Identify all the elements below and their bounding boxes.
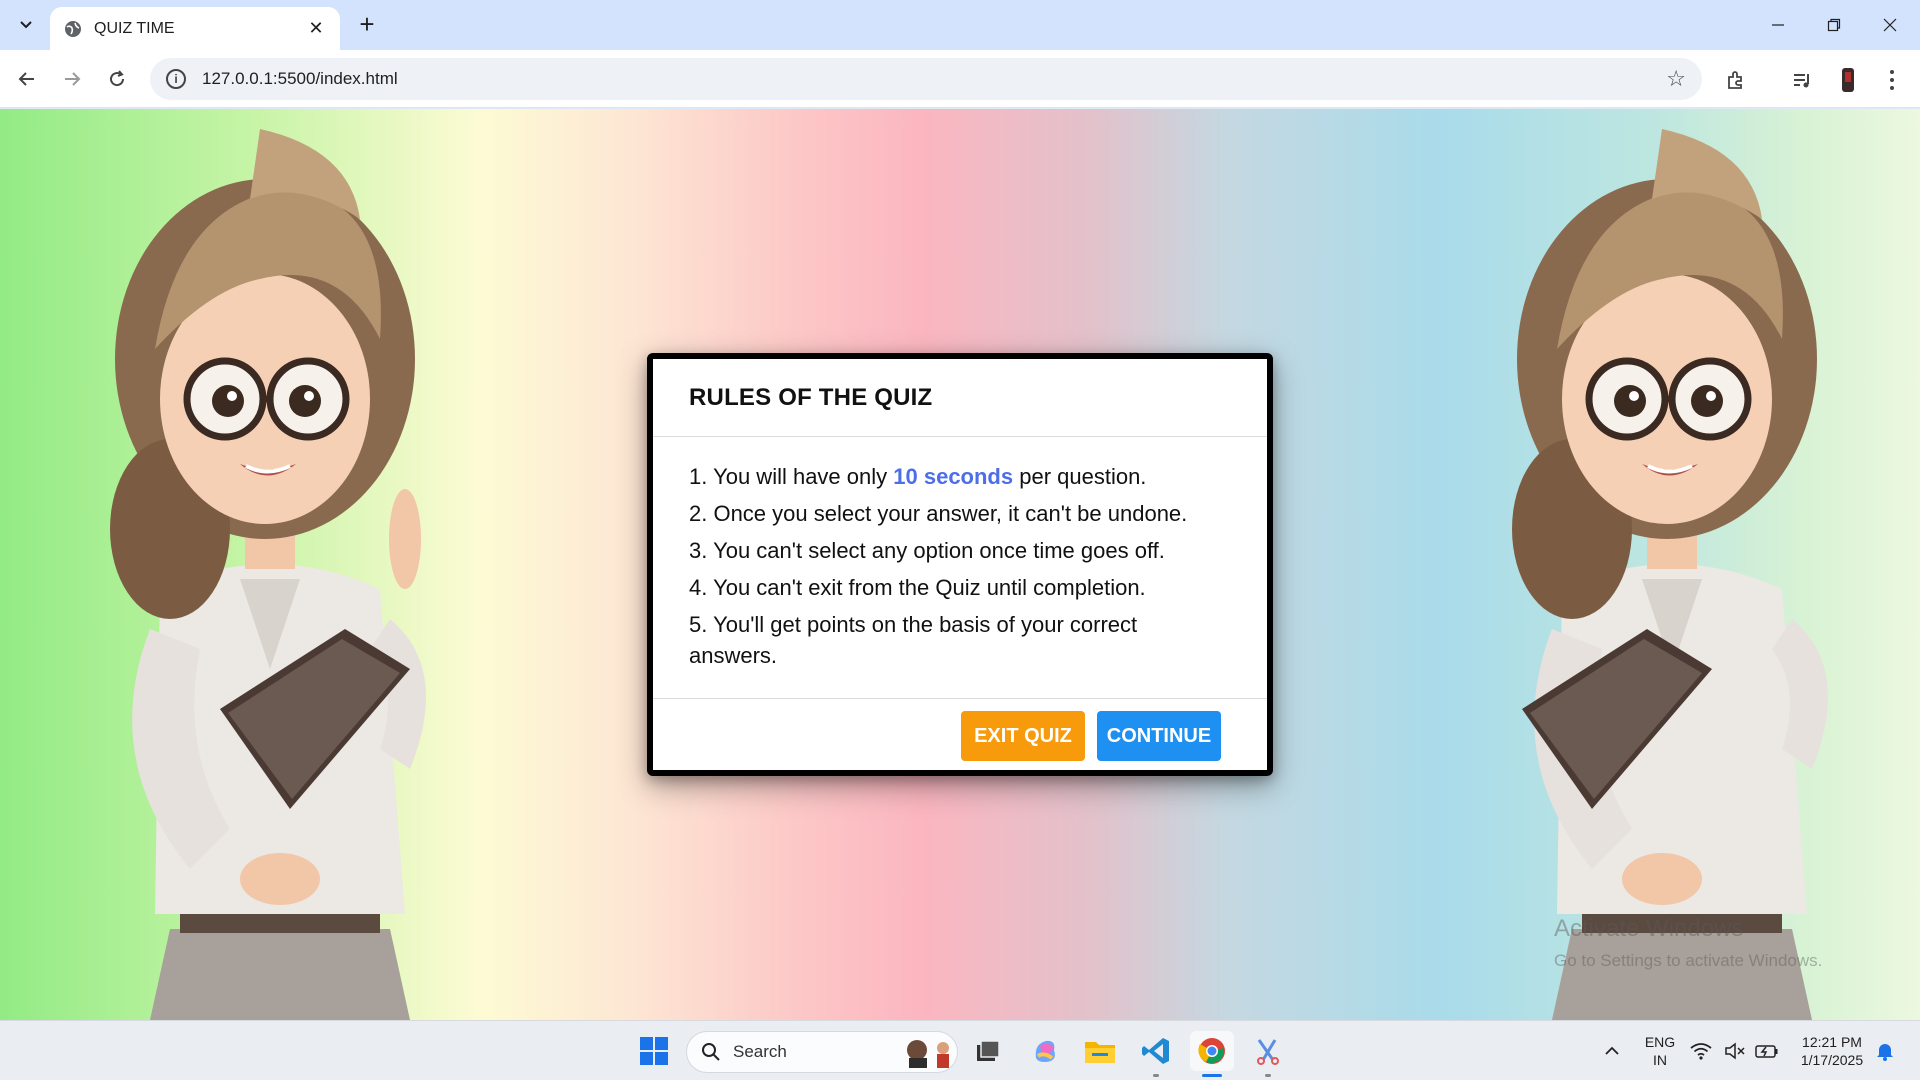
browser-tab-active[interactable]: QUIZ TIME ✕ bbox=[50, 7, 340, 50]
windows-taskbar: Search ENG IN 12:21 PM 1/17/2025 bbox=[0, 1020, 1920, 1080]
rule-item-3: 3. You can't select any option once time… bbox=[689, 538, 1165, 563]
clock-date: 1/17/2025 bbox=[1800, 1052, 1864, 1068]
file-explorer-icon[interactable] bbox=[1080, 1031, 1120, 1071]
exit-quiz-button[interactable]: EXIT QUIZ bbox=[961, 711, 1085, 761]
tab-close-icon[interactable]: ✕ bbox=[306, 18, 326, 39]
search-placeholder: Search bbox=[733, 1042, 787, 1061]
taskbar-search-box[interactable]: Search bbox=[686, 1031, 958, 1073]
modal-header: RULES OF THE QUIZ bbox=[653, 359, 1267, 437]
tab-title: QUIZ TIME bbox=[94, 19, 175, 37]
address-bar[interactable]: i 127.0.0.1:5500/index.html ☆ bbox=[150, 58, 1702, 100]
back-button[interactable] bbox=[10, 62, 44, 96]
media-control-icon[interactable] bbox=[1788, 66, 1816, 94]
rules-modal: RULES OF THE QUIZ 1. You will have only … bbox=[647, 353, 1273, 776]
wifi-icon[interactable] bbox=[1686, 1031, 1716, 1071]
arrow-left-icon bbox=[18, 72, 34, 86]
search-icon bbox=[702, 1043, 720, 1061]
site-info-icon[interactable]: i bbox=[166, 69, 186, 89]
rules-list: 1. You will have only 10 seconds per que… bbox=[653, 437, 1267, 699]
url-text: 127.0.0.1:5500/index.html bbox=[202, 69, 398, 88]
rule-item-2: 2. Once you select your answer, it can't… bbox=[689, 501, 1188, 526]
rule-text: 1. You will have only bbox=[689, 464, 894, 489]
task-view-icon[interactable] bbox=[968, 1031, 1008, 1071]
battery-icon[interactable] bbox=[1752, 1031, 1782, 1071]
minimize-button[interactable] bbox=[1750, 0, 1806, 50]
rule-text: per question. bbox=[1013, 464, 1147, 489]
forward-button[interactable] bbox=[55, 62, 89, 96]
snipping-tool-icon[interactable] bbox=[1248, 1031, 1288, 1077]
clock-time: 12:21 PM bbox=[1802, 1034, 1862, 1050]
watermark-title: Activate Windows bbox=[1554, 915, 1744, 942]
browser-tabstrip: QUIZ TIME ✕ + bbox=[0, 0, 1920, 50]
tab-search-button[interactable] bbox=[10, 10, 42, 40]
browser-toolbar: i 127.0.0.1:5500/index.html ☆ bbox=[0, 50, 1920, 108]
close-window-button[interactable] bbox=[1862, 0, 1918, 50]
copilot-icon[interactable] bbox=[1025, 1031, 1065, 1071]
clock[interactable]: 12:21 PM 1/17/2025 bbox=[1788, 1033, 1876, 1069]
restore-button[interactable] bbox=[1806, 0, 1862, 50]
modal-title: RULES OF THE QUIZ bbox=[689, 383, 933, 411]
rule-item-4: 4. You can't exit from the Quiz until co… bbox=[689, 575, 1146, 600]
rule-highlight: 10 seconds bbox=[893, 464, 1014, 489]
language-indicator[interactable]: ENG IN bbox=[1640, 1033, 1680, 1069]
volume-muted-icon[interactable] bbox=[1720, 1031, 1750, 1071]
vscode-icon[interactable] bbox=[1136, 1031, 1176, 1077]
page-viewport: RULES OF THE QUIZ 1. You will have only … bbox=[0, 109, 1920, 1020]
start-button[interactable] bbox=[634, 1031, 674, 1071]
reload-button[interactable] bbox=[100, 62, 134, 96]
chevron-down-icon bbox=[20, 21, 32, 29]
menu-kebab-icon[interactable] bbox=[1878, 66, 1906, 94]
extensions-icon[interactable] bbox=[1722, 66, 1750, 94]
language-code: ENG bbox=[1644, 1034, 1676, 1050]
show-hidden-icons-chevron-icon[interactable] bbox=[1592, 1031, 1632, 1071]
windows-logo-icon bbox=[640, 1037, 668, 1065]
teacher-character-illustration bbox=[110, 129, 426, 1020]
activate-windows-watermark: Activate Windows Go to Settings to activ… bbox=[1554, 915, 1822, 971]
notification-bell-icon[interactable] bbox=[1868, 1031, 1902, 1071]
modal-footer: EXIT QUIZ CONTINUE bbox=[653, 699, 1267, 770]
profile-avatar[interactable] bbox=[1834, 66, 1862, 94]
restore-icon bbox=[1827, 18, 1841, 32]
globe-icon bbox=[65, 20, 81, 37]
rule-item-1: 1. You will have only 10 seconds per que… bbox=[689, 461, 1231, 492]
watermark-subtitle: Go to Settings to activate Windows. bbox=[1554, 951, 1823, 970]
new-tab-button[interactable]: + bbox=[352, 10, 382, 40]
continue-button[interactable]: CONTINUE bbox=[1097, 711, 1221, 761]
chrome-taskbar-icon[interactable] bbox=[1190, 1031, 1234, 1077]
bookmark-star-icon[interactable]: ☆ bbox=[1666, 66, 1686, 92]
rule-item-5: 5. You'll get points on the basis of you… bbox=[689, 612, 1138, 668]
close-icon bbox=[1883, 18, 1897, 32]
language-region: IN bbox=[1653, 1052, 1667, 1068]
reload-icon bbox=[110, 70, 125, 87]
search-highlight-icon bbox=[907, 1040, 949, 1068]
minimize-icon bbox=[1772, 24, 1784, 26]
teacher-character-illustration bbox=[1512, 129, 1828, 1020]
arrow-right-icon bbox=[65, 72, 81, 86]
